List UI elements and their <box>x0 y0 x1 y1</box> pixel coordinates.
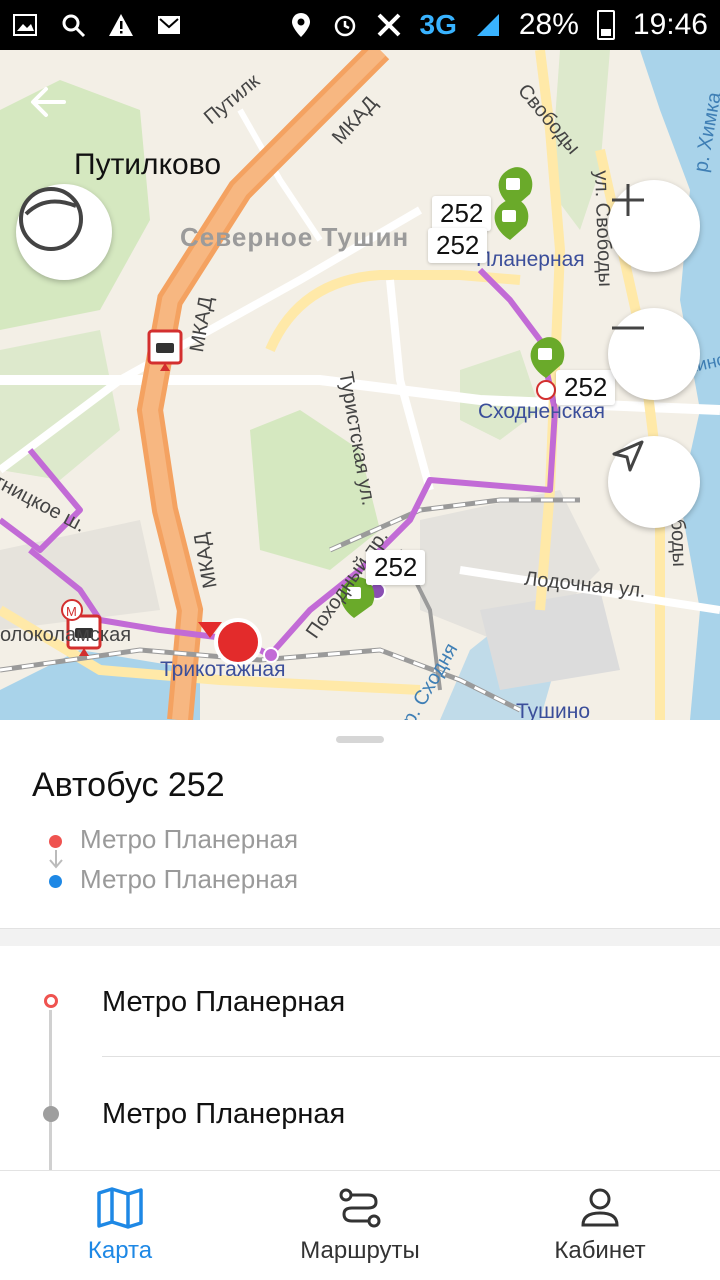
stop-name: Метро Планерная <box>102 1098 346 1130</box>
zoom-out-button[interactable] <box>608 308 700 400</box>
route-number-badge[interactable]: 252 <box>366 550 426 585</box>
location-status-icon <box>291 13 310 37</box>
direction-arrow-icon <box>49 850 63 869</box>
nav-routes[interactable]: Маршруты <box>240 1171 480 1280</box>
map-label-tushino: Тушино <box>516 700 591 720</box>
bottom-navigation: Карта Маршруты Кабинет <box>0 1170 720 1280</box>
alarm-status-icon <box>334 15 355 37</box>
route-icon <box>339 1188 381 1227</box>
section-separator <box>0 928 720 946</box>
gallery-notification-icon <box>13 14 37 36</box>
nav-routes-label: Маршруты <box>300 1236 420 1264</box>
row-divider <box>102 1056 720 1057</box>
map-view[interactable]: М Путилково Северное Тушин Планерная Схо… <box>0 50 720 720</box>
map-layers-button[interactable] <box>16 184 112 280</box>
network-type: 3G <box>419 9 457 40</box>
route-number-badge[interactable]: 252 <box>556 370 616 405</box>
mail-notification-icon <box>158 16 180 34</box>
destination-dot <box>49 875 62 888</box>
route-number-badge[interactable]: 252 <box>428 228 488 263</box>
zoom-in-button[interactable] <box>608 180 700 272</box>
route-info-sheet[interactable]: Автобус 252 Метро Планерная Метро Планер… <box>0 720 720 1170</box>
metro-icon <box>536 380 556 400</box>
nav-cabinet[interactable]: Кабинет <box>480 1171 720 1280</box>
arrow-left-icon <box>31 87 66 117</box>
stop-row[interactable]: Метро Планерная <box>0 1058 720 1170</box>
user-icon <box>581 1188 619 1226</box>
svg-text:М: М <box>66 604 77 619</box>
stop-start-dot <box>44 994 58 1008</box>
route-number-badge[interactable]: 252 <box>432 196 492 231</box>
nav-cabinet-label: Кабинет <box>554 1236 646 1264</box>
search-notification-icon <box>62 14 86 38</box>
map-label-planernaya: Планерная <box>476 248 585 271</box>
origin-dot <box>49 835 62 848</box>
no-signal-status-icon <box>377 13 400 37</box>
map-label-volokolamskaya: олоколамская <box>0 624 132 646</box>
back-button[interactable] <box>30 86 80 136</box>
route-title: Автобус 252 <box>32 766 225 804</box>
my-location-button[interactable] <box>608 436 700 528</box>
layers-icon <box>19 187 83 251</box>
route-from: Метро Планерная <box>80 824 299 854</box>
minus-icon <box>612 326 644 330</box>
stop-name: Метро Планерная <box>102 986 346 1018</box>
warning-notification-icon <box>109 14 133 36</box>
map-label-trikotazhnaya: Трикотажная <box>160 658 286 681</box>
battery-percent: 28% <box>518 8 579 41</box>
plus-icon <box>612 184 644 216</box>
route-to: Метро Планерная <box>80 864 299 894</box>
metro-icon: М <box>61 599 83 621</box>
signal-strength-icon <box>476 14 499 36</box>
sheet-drag-handle[interactable] <box>336 736 384 743</box>
map-label-district: Северное Тушин <box>180 222 410 252</box>
stop-row[interactable]: Метро Планерная <box>0 946 720 1058</box>
bus-marker[interactable] <box>494 199 529 240</box>
battery-icon <box>596 10 615 40</box>
status-bar: 3G 28% 19:46 <box>0 0 720 50</box>
map-icon <box>97 1186 143 1229</box>
map-label-putilkovo: Путилково <box>74 148 221 181</box>
stop-dot <box>43 1106 59 1122</box>
nav-map-label: Карта <box>87 1236 153 1264</box>
clock: 19:46 <box>632 8 708 41</box>
navigation-arrow-icon <box>612 440 644 472</box>
nav-map[interactable]: Карта <box>0 1171 240 1280</box>
